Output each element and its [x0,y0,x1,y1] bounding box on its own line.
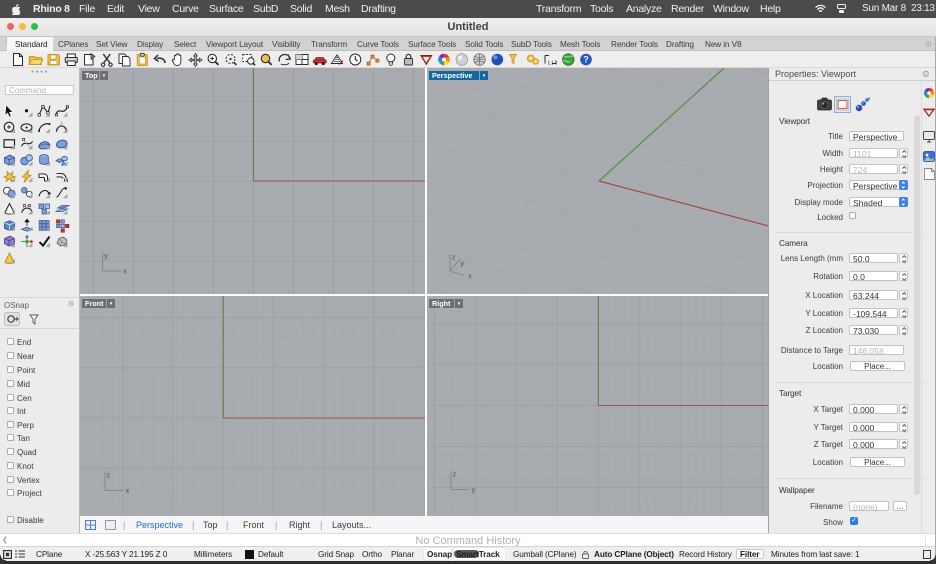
svg-text:z: z [452,253,456,262]
svg-text:x: x [468,272,472,281]
svg-text:y: y [460,258,464,267]
svg-text:I.I: I.I [548,61,553,67]
svg-text:y: y [104,251,108,260]
svg-text:?: ? [583,55,589,65]
svg-text:y: y [472,485,476,494]
svg-text:z: z [453,469,457,478]
svg-text:x: x [126,486,130,495]
svg-text:x: x [123,267,127,276]
svg-text:z: z [107,470,111,479]
